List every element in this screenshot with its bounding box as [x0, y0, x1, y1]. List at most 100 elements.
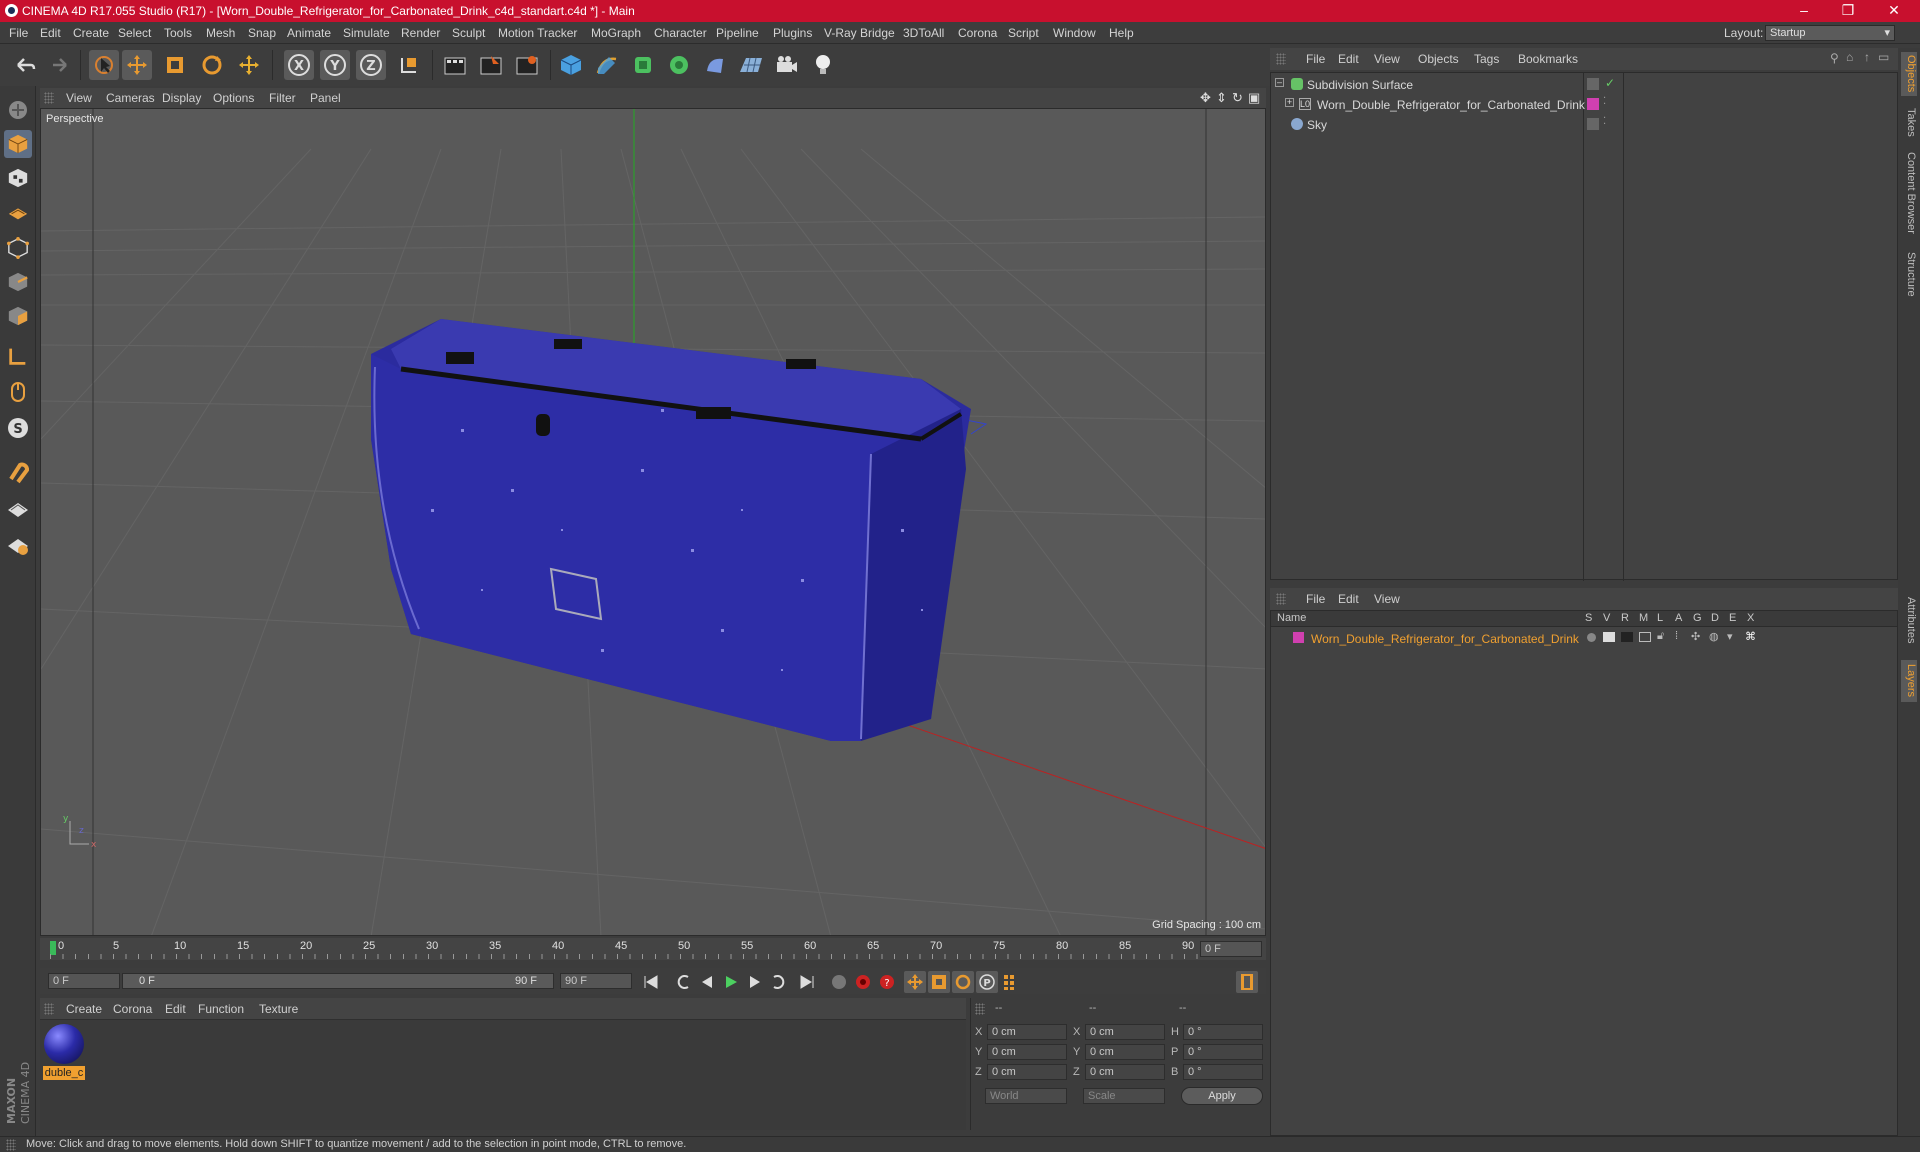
menu-vray-bridge[interactable]: V-Ray Bridge: [824, 26, 895, 40]
rotate-tool-icon[interactable]: [197, 50, 227, 80]
tab-structure[interactable]: Structure: [1901, 246, 1917, 302]
menu-sculpt[interactable]: Sculpt: [452, 26, 485, 40]
viewport-menu-options[interactable]: Options: [213, 91, 254, 105]
snapping-icon[interactable]: S: [4, 414, 32, 442]
menu-mograph[interactable]: MoGraph: [591, 26, 641, 40]
viewport-maximize-icon[interactable]: ▣: [1248, 90, 1260, 106]
autokeying-icon[interactable]: [852, 971, 874, 993]
x-axis-lock-icon[interactable]: X: [284, 50, 314, 80]
layer-color-swatch[interactable]: [1293, 632, 1304, 643]
perspective-viewport[interactable]: y x z Perspective Grid Spacing : 100 cm: [40, 108, 1266, 936]
redo-icon[interactable]: [44, 50, 74, 80]
points-mode-icon[interactable]: [4, 234, 32, 262]
size-x-field[interactable]: 0 cm: [1085, 1024, 1165, 1040]
previous-key-icon[interactable]: [672, 971, 694, 993]
view-toggle-icon[interactable]: [1603, 632, 1615, 642]
workplane-snap-icon[interactable]: [4, 532, 32, 560]
y-axis-lock-icon[interactable]: Y: [320, 50, 350, 80]
light-icon[interactable]: [808, 50, 838, 80]
material-menu-edit[interactable]: Edit: [165, 1002, 186, 1016]
apply-button[interactable]: Apply: [1181, 1087, 1263, 1105]
minimize-button[interactable]: –: [1782, 0, 1826, 22]
expressions-toggle-icon[interactable]: ▾: [1727, 630, 1733, 643]
maximize-button[interactable]: ❐: [1826, 0, 1870, 22]
subdivision-surface-icon[interactable]: [628, 50, 658, 80]
tab-takes[interactable]: Takes: [1901, 104, 1917, 140]
timeline-ruler[interactable]: 0 5 10 15 20 25 30 35 40 45 50 55 60 65 …: [40, 938, 1266, 960]
next-frame-icon[interactable]: [744, 971, 766, 993]
menu-3dtoall[interactable]: 3DToAll: [903, 26, 944, 40]
visibility-dots-icon[interactable]: ⁚: [1603, 116, 1606, 127]
layout-select[interactable]: Startup: [1765, 25, 1895, 41]
floor-icon[interactable]: [736, 50, 766, 80]
objects-menu-bookmarks[interactable]: Bookmarks: [1518, 52, 1578, 66]
deformer-icon[interactable]: [700, 50, 730, 80]
material-menu-corona[interactable]: Corona: [113, 1002, 152, 1016]
model-mode-icon[interactable]: [4, 130, 32, 158]
key-position-icon[interactable]: [904, 971, 926, 993]
objects-menu-view[interactable]: View: [1374, 52, 1400, 66]
viewport-menu-cameras[interactable]: Cameras: [106, 91, 155, 105]
menu-mesh[interactable]: Mesh: [206, 26, 235, 40]
mograph-cloner-icon[interactable]: [664, 50, 694, 80]
viewport-menu-view[interactable]: View: [66, 91, 92, 105]
frame-range-slider[interactable]: 0 F 90 F: [122, 973, 554, 989]
menu-render[interactable]: Render: [401, 26, 440, 40]
previous-frame-icon[interactable]: [696, 971, 718, 993]
menu-script[interactable]: Script: [1008, 26, 1039, 40]
texture-mode-icon[interactable]: [4, 164, 32, 192]
layer-icon[interactable]: [1587, 78, 1599, 90]
objects-menu-objects[interactable]: Objects: [1418, 52, 1459, 66]
expand-icon[interactable]: +: [1285, 98, 1294, 107]
enabled-check-icon[interactable]: ✓: [1605, 76, 1615, 90]
deformers-toggle-icon[interactable]: ◍: [1709, 630, 1719, 643]
rotation-h-field[interactable]: 0 °: [1183, 1024, 1263, 1040]
axis-mode-icon[interactable]: [4, 342, 32, 370]
position-y-field[interactable]: 0 cm: [987, 1044, 1067, 1060]
menu-pipeline[interactable]: Pipeline: [716, 26, 759, 40]
tab-attributes[interactable]: Attributes: [1901, 588, 1917, 652]
edges-mode-icon[interactable]: [4, 268, 32, 296]
size-y-field[interactable]: 0 cm: [1085, 1044, 1165, 1060]
viewport-menu-filter[interactable]: Filter: [269, 91, 296, 105]
material-menu-create[interactable]: Create: [66, 1002, 102, 1016]
viewport-menu-display[interactable]: Display: [162, 91, 201, 105]
workplane-lock-icon[interactable]: [4, 496, 32, 524]
transform-tool-icon[interactable]: [234, 50, 264, 80]
end-frame-field[interactable]: 90 F: [560, 973, 632, 989]
key-parameter-icon[interactable]: P: [976, 971, 998, 993]
position-x-field[interactable]: 0 cm: [987, 1024, 1067, 1040]
coordinate-system-icon[interactable]: [394, 50, 424, 80]
generators-toggle-icon[interactable]: ✣: [1691, 630, 1700, 643]
go-to-end-icon[interactable]: [796, 971, 818, 993]
menu-animate[interactable]: Animate: [287, 26, 331, 40]
timeline-window-icon[interactable]: [1236, 971, 1258, 993]
undo-icon[interactable]: [10, 50, 40, 80]
layer-row[interactable]: Worn_Double_Refrigerator_for_Carbonated_…: [1271, 629, 1897, 649]
playhead-marker[interactable]: [50, 941, 56, 955]
layer-name[interactable]: Worn_Double_Refrigerator_for_Carbonated_…: [1311, 632, 1579, 646]
new-window-icon[interactable]: ▭: [1878, 50, 1889, 64]
tab-objects[interactable]: Objects: [1901, 52, 1917, 96]
menu-snap[interactable]: Snap: [248, 26, 276, 40]
menu-create[interactable]: Create: [73, 26, 109, 40]
visibility-dots-icon[interactable]: ⁚: [1603, 96, 1606, 107]
object-row[interactable]: – Subdivision Surface ✓: [1271, 75, 1897, 95]
menu-help[interactable]: Help: [1109, 26, 1134, 40]
key-scale-icon[interactable]: [928, 971, 950, 993]
render-view-icon[interactable]: [440, 50, 470, 80]
objects-menu-tags[interactable]: Tags: [1474, 52, 1499, 66]
render-settings-icon[interactable]: [512, 50, 542, 80]
cube-primitive-icon[interactable]: [556, 50, 586, 80]
rotation-b-field[interactable]: 0 °: [1183, 1064, 1263, 1080]
close-button[interactable]: ✕: [1872, 0, 1916, 22]
play-icon[interactable]: [720, 971, 742, 993]
manager-toggle-icon[interactable]: [1639, 632, 1651, 642]
tab-layers[interactable]: Layers: [1901, 660, 1917, 702]
size-mode-select[interactable]: Scale: [1083, 1088, 1165, 1104]
menu-plugins[interactable]: Plugins: [773, 26, 812, 40]
scale-tool-icon[interactable]: [160, 50, 190, 80]
go-to-start-icon[interactable]: [640, 971, 662, 993]
render-toggle-icon[interactable]: [1621, 632, 1633, 642]
animation-toggle-icon[interactable]: ⁞: [1675, 630, 1678, 642]
